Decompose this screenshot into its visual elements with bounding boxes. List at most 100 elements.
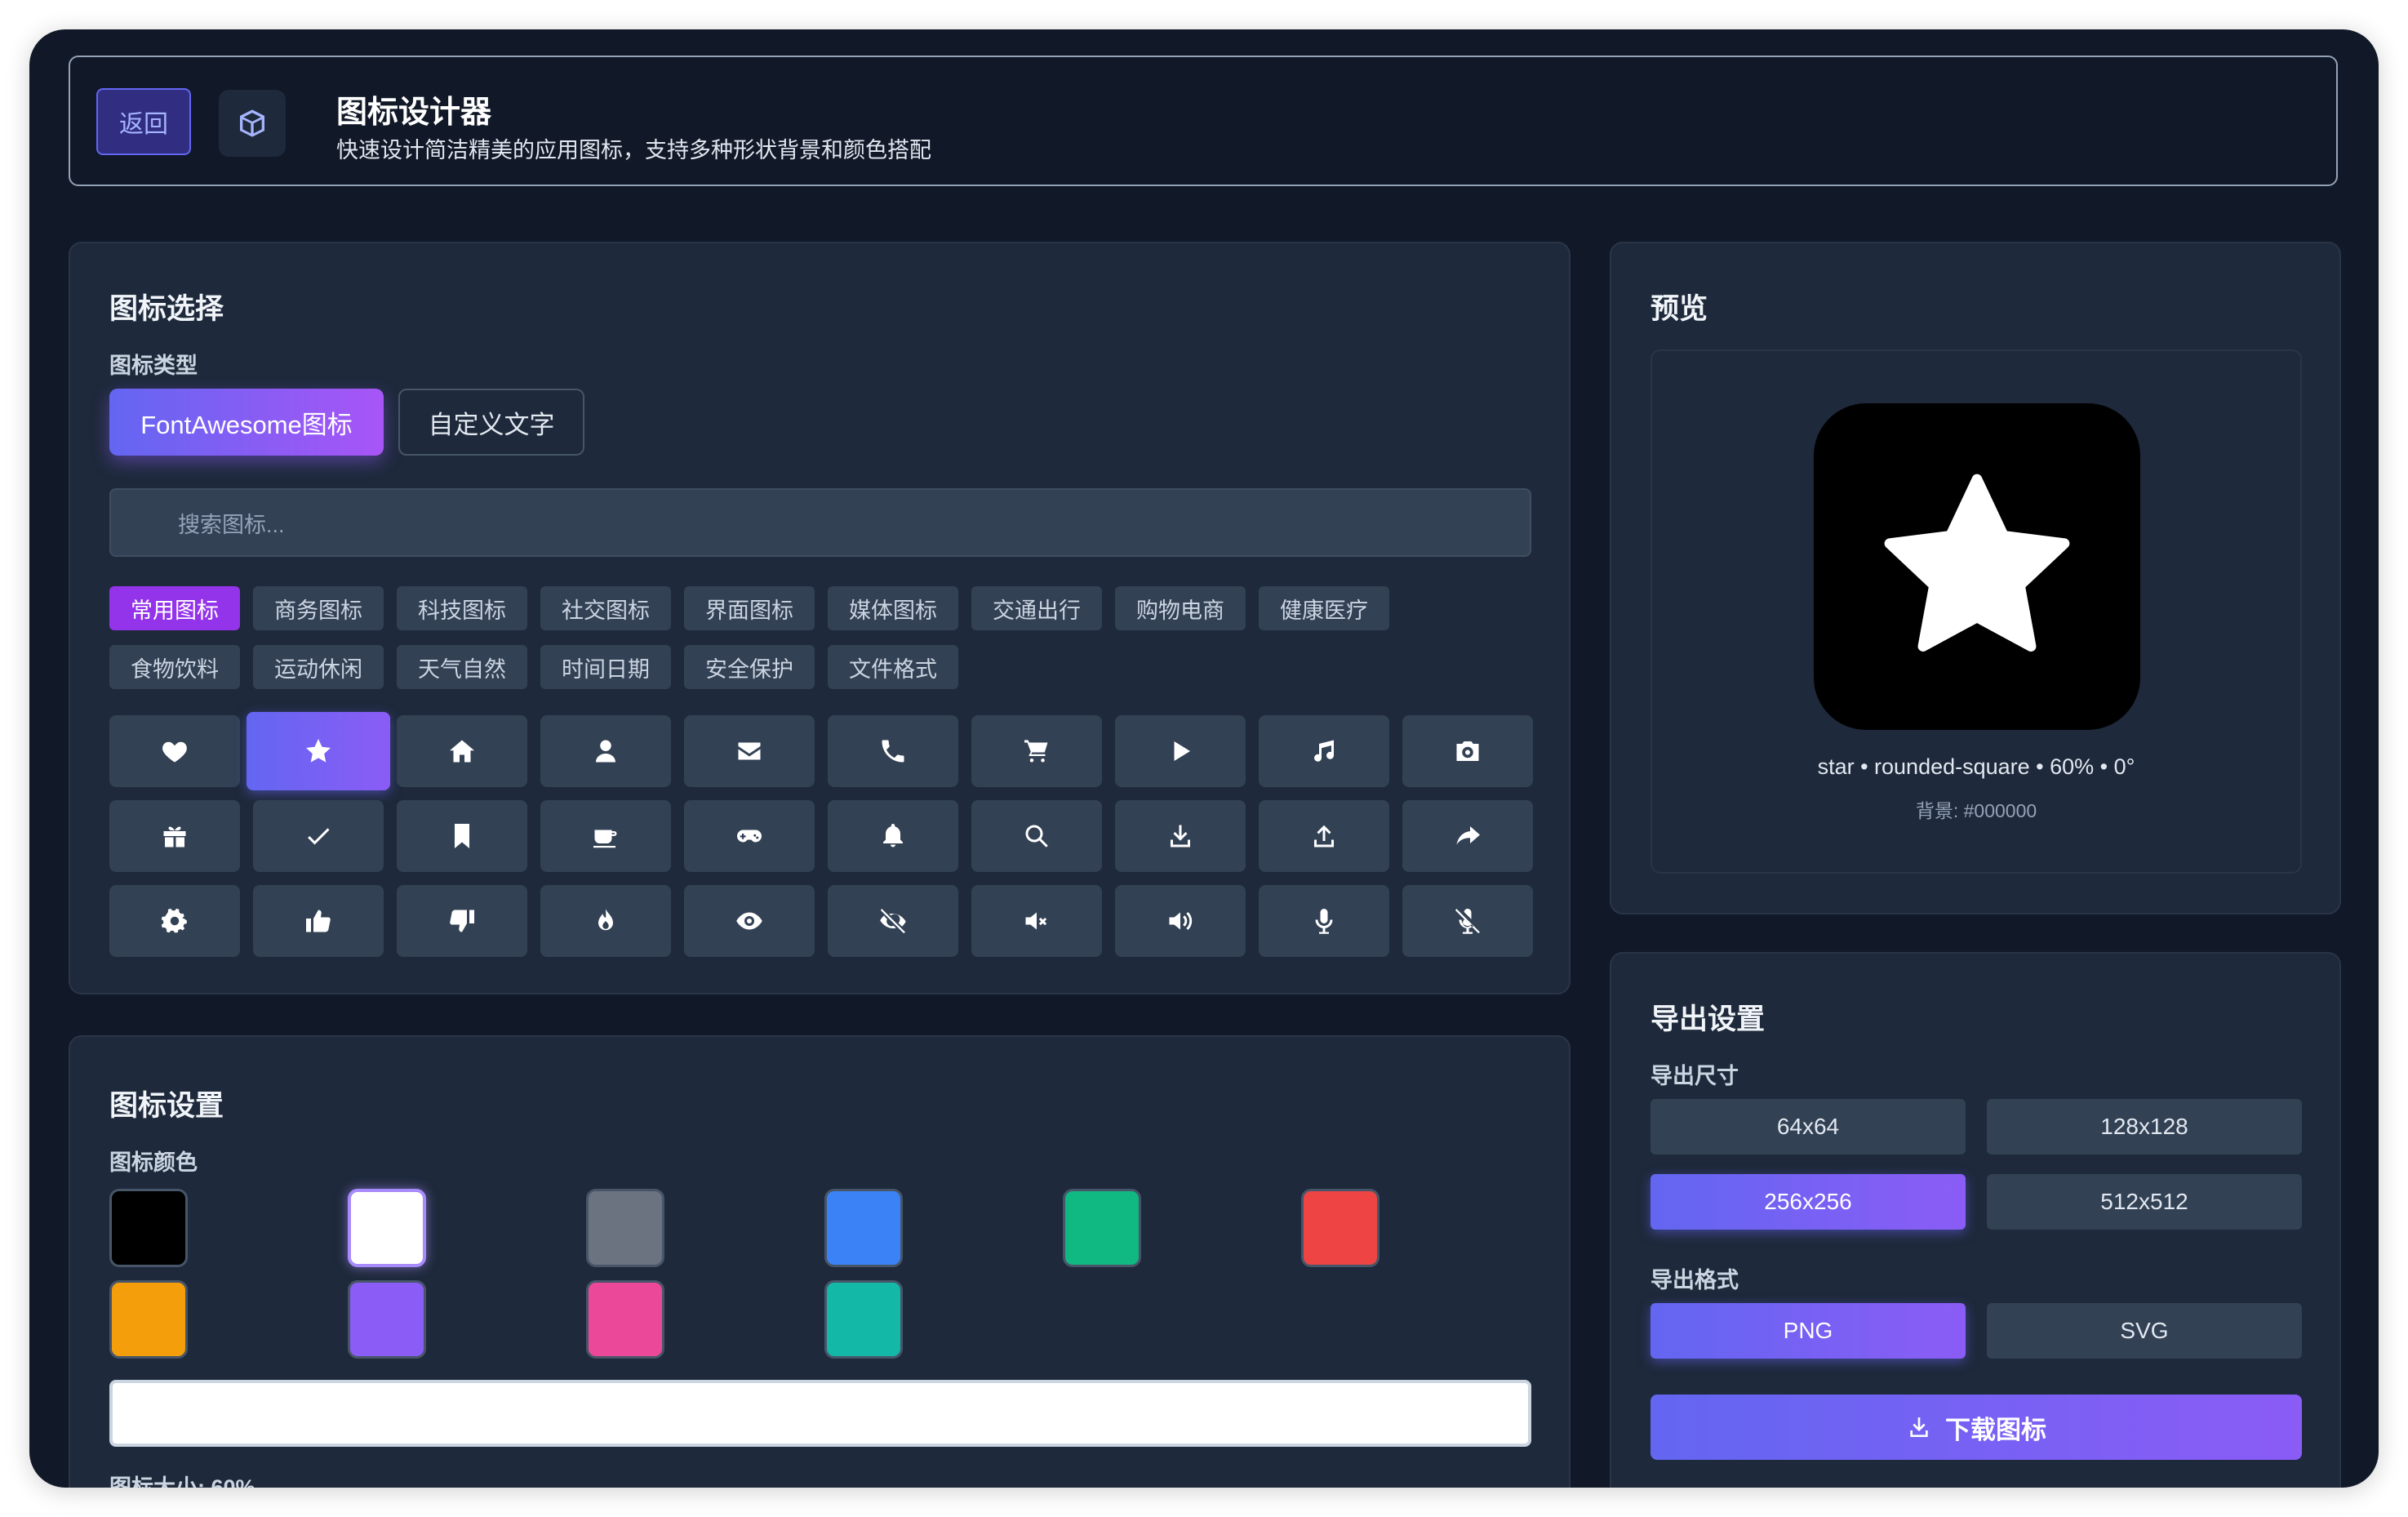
icon-option-thumbs-down[interactable] — [397, 885, 527, 957]
download-button[interactable]: 下载图标 — [1651, 1395, 2302, 1460]
format-png-button[interactable]: PNG — [1651, 1303, 1966, 1359]
star-icon — [1884, 474, 2070, 652]
category-tab[interactable]: 科技图标 — [397, 586, 527, 630]
preview-meta: star • rounded-square • 60% • 0° — [1817, 754, 2135, 779]
category-tab[interactable]: 商务图标 — [253, 586, 384, 630]
category-tab[interactable]: 食物饮料 — [109, 645, 240, 689]
icon-option-gear[interactable] — [109, 885, 240, 957]
share-icon — [1456, 826, 1480, 845]
icon-option-gift[interactable] — [109, 800, 240, 872]
back-button[interactable]: 返回 — [96, 88, 191, 155]
music-icon — [1314, 740, 1335, 762]
category-tab[interactable]: 安全保护 — [684, 645, 815, 689]
play-icon — [1174, 741, 1190, 761]
icon-grid — [109, 712, 1533, 957]
preview-card: 预览 star • rounded-square • 60% • 0° 背景: … — [1610, 242, 2341, 914]
icon-option-user[interactable] — [540, 715, 671, 787]
format-svg-button[interactable]: SVG — [1987, 1303, 2302, 1359]
icon-option-microphone-slash[interactable] — [1402, 885, 1533, 957]
color-swatch[interactable] — [1063, 1189, 1141, 1267]
icon-option-camera[interactable] — [1402, 715, 1533, 787]
check-icon — [308, 828, 330, 845]
icon-option-volume-mute[interactable] — [971, 885, 1102, 957]
upload-icon — [1314, 825, 1334, 847]
color-swatch[interactable] — [109, 1280, 188, 1359]
cube-icon — [219, 90, 286, 157]
icon-settings-card: 图标设置 图标颜色 图标大小: 60% — [69, 1035, 1571, 1488]
camera-icon — [1456, 741, 1479, 761]
color-swatch[interactable] — [586, 1189, 664, 1267]
category-tab[interactable]: 时间日期 — [540, 645, 671, 689]
search-icon — [1025, 825, 1048, 847]
icon-option-bell[interactable] — [828, 800, 958, 872]
icon-search-input[interactable]: 搜索图标... — [109, 488, 1531, 557]
category-tab[interactable]: 社交图标 — [540, 586, 671, 630]
thumbs-up-icon — [306, 910, 331, 932]
icon-option-check[interactable] — [253, 800, 384, 872]
color-swatch[interactable] — [109, 1189, 188, 1267]
size-64-button[interactable]: 64x64 — [1651, 1099, 1966, 1154]
thumbs-down-icon — [450, 910, 474, 932]
icon-option-upload[interactable] — [1259, 800, 1389, 872]
preview-title: 预览 — [1651, 293, 1708, 325]
gift-icon — [163, 826, 186, 847]
color-swatch[interactable] — [348, 1280, 426, 1359]
user-icon — [596, 740, 615, 763]
type-fontawesome-button[interactable]: FontAwesome图标 — [109, 389, 384, 456]
size-128-button[interactable]: 128x128 — [1987, 1099, 2302, 1154]
icon-option-volume-high[interactable] — [1115, 885, 1246, 957]
page-title: 图标设计器 — [336, 96, 492, 130]
icon-option-cart[interactable] — [971, 715, 1102, 787]
fire-icon — [598, 909, 613, 931]
icon-option-play[interactable] — [1115, 715, 1246, 787]
bell-icon — [883, 824, 903, 847]
icon-option-gamepad[interactable] — [684, 800, 815, 872]
envelope-icon — [738, 742, 761, 760]
icon-option-eye-slash[interactable] — [828, 885, 958, 957]
app-window: 返回 图标设计器 快速设计简洁精美的应用图标，支持多种形状背景和颜色搭配 图标选… — [29, 29, 2379, 1488]
icon-option-phone[interactable] — [828, 715, 958, 787]
page-subtitle: 快速设计简洁精美的应用图标，支持多种形状背景和颜色搭配 — [336, 138, 931, 162]
phone-icon — [882, 740, 904, 763]
size-256-button[interactable]: 256x256 — [1651, 1174, 1966, 1230]
icon-option-star[interactable] — [247, 712, 390, 790]
color-swatch[interactable] — [824, 1189, 903, 1267]
icon-option-music[interactable] — [1259, 715, 1389, 787]
icon-option-search[interactable] — [971, 800, 1102, 872]
category-tab[interactable]: 运动休闲 — [253, 645, 384, 689]
category-tab[interactable]: 健康医疗 — [1259, 586, 1389, 630]
color-picker-input[interactable] — [109, 1380, 1531, 1447]
icon-option-eye[interactable] — [684, 885, 815, 957]
category-tab[interactable]: 购物电商 — [1115, 586, 1246, 630]
icon-option-share[interactable] — [1402, 800, 1533, 872]
export-size-label: 导出尺寸 — [1651, 1064, 1739, 1088]
icon-option-download[interactable] — [1115, 800, 1246, 872]
type-custom-text-button[interactable]: 自定义文字 — [398, 389, 584, 456]
icon-option-thumbs-up[interactable] — [253, 885, 384, 957]
icon-select-card: 图标选择 图标类型 FontAwesome图标 自定义文字 搜索图标... 常用… — [69, 242, 1571, 994]
icon-option-envelope[interactable] — [684, 715, 815, 787]
gear-icon — [161, 908, 187, 933]
download-icon — [1171, 825, 1190, 847]
cart-icon — [1024, 740, 1048, 763]
category-tab[interactable]: 常用图标 — [109, 586, 240, 630]
icon-option-home[interactable] — [397, 715, 527, 787]
icon-option-heart[interactable] — [109, 715, 240, 787]
heart-icon — [162, 741, 187, 763]
category-tab[interactable]: 文件格式 — [828, 645, 958, 689]
category-tab[interactable]: 媒体图标 — [828, 586, 958, 630]
icon-option-microphone[interactable] — [1259, 885, 1389, 957]
category-tab[interactable]: 交通出行 — [971, 586, 1102, 630]
icon-option-bookmark[interactable] — [397, 800, 527, 872]
icon-option-fire[interactable] — [540, 885, 671, 957]
color-swatch[interactable] — [348, 1189, 426, 1267]
mug-icon — [593, 830, 617, 848]
size-512-button[interactable]: 512x512 — [1987, 1174, 2302, 1230]
icon-option-mug[interactable] — [540, 800, 671, 872]
color-swatch[interactable] — [824, 1280, 903, 1359]
color-swatch[interactable] — [586, 1280, 664, 1359]
icon-size-label: 图标大小: 60% — [109, 1475, 255, 1488]
category-tab[interactable]: 天气自然 — [397, 645, 527, 689]
category-tab[interactable]: 界面图标 — [684, 586, 815, 630]
color-swatch[interactable] — [1301, 1189, 1379, 1267]
